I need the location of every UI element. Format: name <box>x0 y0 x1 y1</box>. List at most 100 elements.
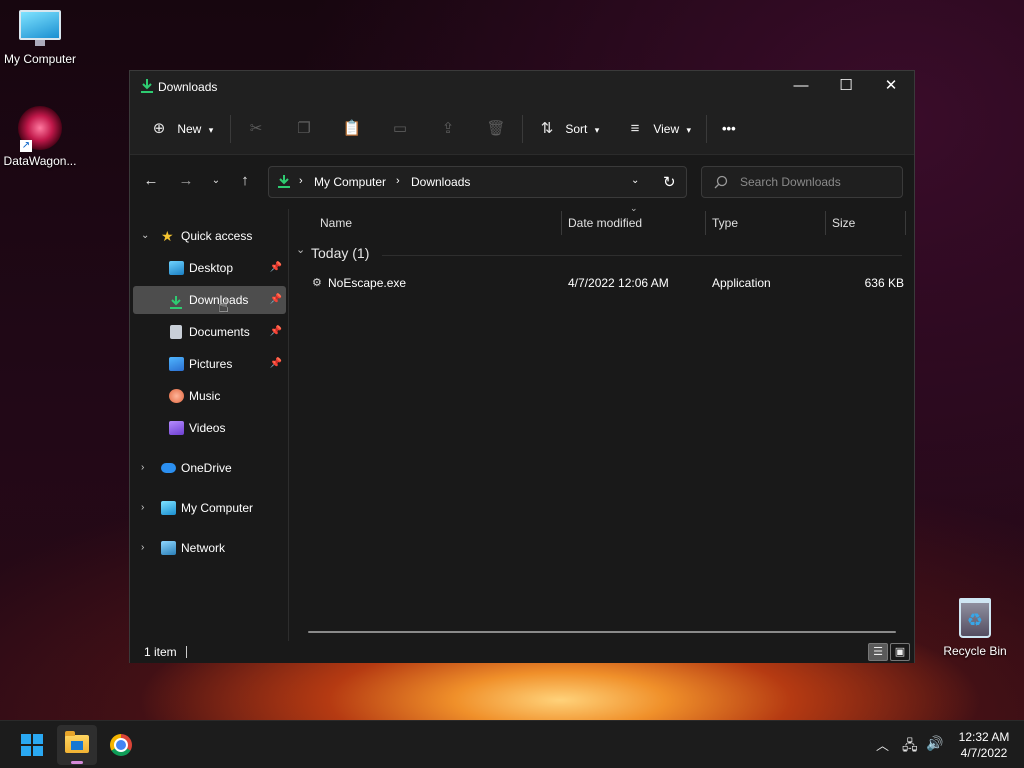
sort-button[interactable]: ⇅ Sort ▾ <box>538 117 600 141</box>
up-button[interactable]: ↑ <box>234 170 256 192</box>
sidebar-item-label: Pictures <box>189 357 233 371</box>
chevron-down-icon: ⌄ <box>141 230 150 241</box>
maximize-button[interactable]: ☐ <box>823 71 869 101</box>
view-label: View <box>653 122 680 136</box>
item-count: 1 item <box>144 645 177 659</box>
sidebar-item-network[interactable]: › Network <box>133 534 286 562</box>
delete-icon[interactable]: 🗑 <box>484 117 508 141</box>
column-header-type[interactable]: Type <box>712 209 738 237</box>
rename-icon[interactable]: ▭ <box>388 117 412 141</box>
desktop-folder-icon <box>169 261 184 275</box>
table-row[interactable]: ⚙ NoEscape.exe 4/7/2022 12:06 AM Applica… <box>298 271 904 295</box>
view-list-icon: ≡ <box>630 120 640 137</box>
sidebar-item-label: Documents <box>189 325 250 339</box>
taskbar-chrome[interactable] <box>101 725 141 765</box>
minimize-button[interactable]: — <box>778 71 824 101</box>
recent-locations-button[interactable]: ⌄ <box>205 170 227 192</box>
column-header-size[interactable]: Size <box>832 209 855 237</box>
tiles-view-button[interactable]: ▣ <box>890 643 910 661</box>
share-icon[interactable]: ⇪ <box>436 117 460 141</box>
chevron-down-icon: ▾ <box>686 125 692 135</box>
file-date-modified: 4/7/2022 12:06 AM <box>568 276 669 290</box>
sidebar-item-documents[interactable]: Documents 📌 <box>133 318 286 346</box>
pane-divider[interactable] <box>288 209 289 641</box>
start-button[interactable] <box>12 725 52 765</box>
search-input[interactable] <box>740 174 890 190</box>
chevron-down-icon: ▾ <box>208 125 214 135</box>
column-separator[interactable] <box>825 211 826 235</box>
file-explorer-window: Downloads — ☐ ✕ ⊕ New ▾ ✂ ❐ 📋 ▭ ⇪ 🗑 ⇅ So… <box>129 70 915 663</box>
sort-icon: ⇅ <box>540 120 554 137</box>
column-header-name[interactable]: Name <box>320 209 352 237</box>
breadcrumb-separator: › <box>299 175 303 187</box>
shortcut-arrow-icon: ↗ <box>20 140 32 152</box>
desktop-icon-label: Recycle Bin <box>943 644 1007 658</box>
show-hidden-icons-icon[interactable]: ︿ <box>876 735 889 754</box>
desktop-icon-datawagon[interactable]: ↗ DataWagon... <box>0 106 80 168</box>
desktop-icon-my-computer[interactable]: My Computer <box>0 10 80 66</box>
separator <box>522 115 523 143</box>
sidebar-item-quick-access[interactable]: ⌄ ★ Quick access <box>133 222 286 250</box>
breadcrumb-downloads[interactable]: Downloads <box>411 175 470 189</box>
navigation-pane: ⌄ ★ Quick access Desktop 📌 Downloads 📌 D… <box>130 209 288 641</box>
breadcrumb-my-computer[interactable]: My Computer <box>314 175 386 189</box>
file-list: Name ⌄ Date modified Type Size ⌄ Today (… <box>290 203 914 641</box>
pin-icon: 📌 <box>269 294 282 305</box>
pin-icon: 📌 <box>269 326 282 337</box>
window-title: Downloads <box>158 80 218 94</box>
new-button[interactable]: ⊕ New ▾ <box>150 117 214 141</box>
taskbar-file-explorer[interactable] <box>57 725 97 765</box>
column-separator[interactable] <box>561 211 562 235</box>
documents-icon <box>170 325 182 339</box>
details-view-button[interactable]: ☰ <box>868 643 888 661</box>
forward-button[interactable]: → <box>175 170 197 192</box>
paste-icon[interactable]: 📋 <box>340 117 364 141</box>
sidebar-item-label: My Computer <box>181 501 254 515</box>
copy-icon[interactable]: ❐ <box>292 117 316 141</box>
column-header-date-modified[interactable]: Date modified <box>568 209 642 237</box>
file-name: NoEscape.exe <box>328 276 407 290</box>
system-clock[interactable]: 12:32 AM 4/7/2022 <box>950 729 1018 761</box>
sidebar-item-music[interactable]: Music <box>133 382 286 410</box>
more-options-button[interactable]: ••• <box>722 117 736 141</box>
star-icon: ★ <box>161 228 174 244</box>
address-bar[interactable]: › My Computer › Downloads ⌄ ↻ <box>268 166 687 198</box>
address-dropdown-icon[interactable]: ⌄ <box>631 175 639 186</box>
chevron-down-icon: ▾ <box>594 125 600 135</box>
sidebar-item-my-computer[interactable]: › My Computer <box>133 494 286 522</box>
horizontal-scrollbar[interactable] <box>308 631 896 633</box>
downloads-icon <box>278 174 290 192</box>
new-label: New <box>177 122 202 136</box>
column-separator[interactable] <box>905 211 906 235</box>
desktop-icon-recycle-bin[interactable]: ♻ Recycle Bin <box>935 598 1015 658</box>
group-header-today[interactable]: Today (1) <box>311 245 369 261</box>
network-icon[interactable]: 🖧 <box>902 735 918 759</box>
refresh-icon[interactable]: ↻ <box>663 173 676 191</box>
cut-icon[interactable]: ✂ <box>244 117 268 141</box>
column-separator[interactable] <box>705 211 706 235</box>
back-button[interactable]: ← <box>140 170 162 192</box>
pin-icon: 📌 <box>269 262 282 273</box>
sidebar-item-label: Network <box>181 541 226 555</box>
search-box[interactable] <box>701 166 903 198</box>
downloads-icon <box>140 78 154 97</box>
group-collapse-icon[interactable]: ⌄ <box>296 243 305 256</box>
close-button[interactable]: ✕ <box>868 71 914 101</box>
group-divider <box>382 255 902 256</box>
chevron-right-icon: › <box>141 502 145 513</box>
folder-icon <box>65 731 89 753</box>
volume-icon[interactable]: 🔊 <box>926 735 943 752</box>
sidebar-item-desktop[interactable]: Desktop 📌 <box>133 254 286 282</box>
title-bar[interactable]: Downloads — ☐ ✕ <box>130 71 914 103</box>
desktop-icon-label: My Computer <box>3 52 77 66</box>
taskbar: ︿ 🖧 🔊 12:32 AM 4/7/2022 <box>0 720 1024 768</box>
sidebar-item-videos[interactable]: Videos <box>133 414 286 442</box>
sidebar-item-downloads[interactable]: Downloads 📌 <box>133 286 286 314</box>
sidebar-item-onedrive[interactable]: › OneDrive <box>133 454 286 482</box>
network-icon <box>161 541 176 555</box>
desktop-icon-label: DataWagon... <box>3 154 77 168</box>
sidebar-item-pictures[interactable]: Pictures 📌 <box>133 350 286 378</box>
view-button[interactable]: ≡ View ▾ <box>626 117 691 141</box>
command-bar: ⊕ New ▾ ✂ ❐ 📋 ▭ ⇪ 🗑 ⇅ Sort ▾ ≡ View ▾ ••… <box>130 103 914 155</box>
search-icon <box>714 175 728 192</box>
